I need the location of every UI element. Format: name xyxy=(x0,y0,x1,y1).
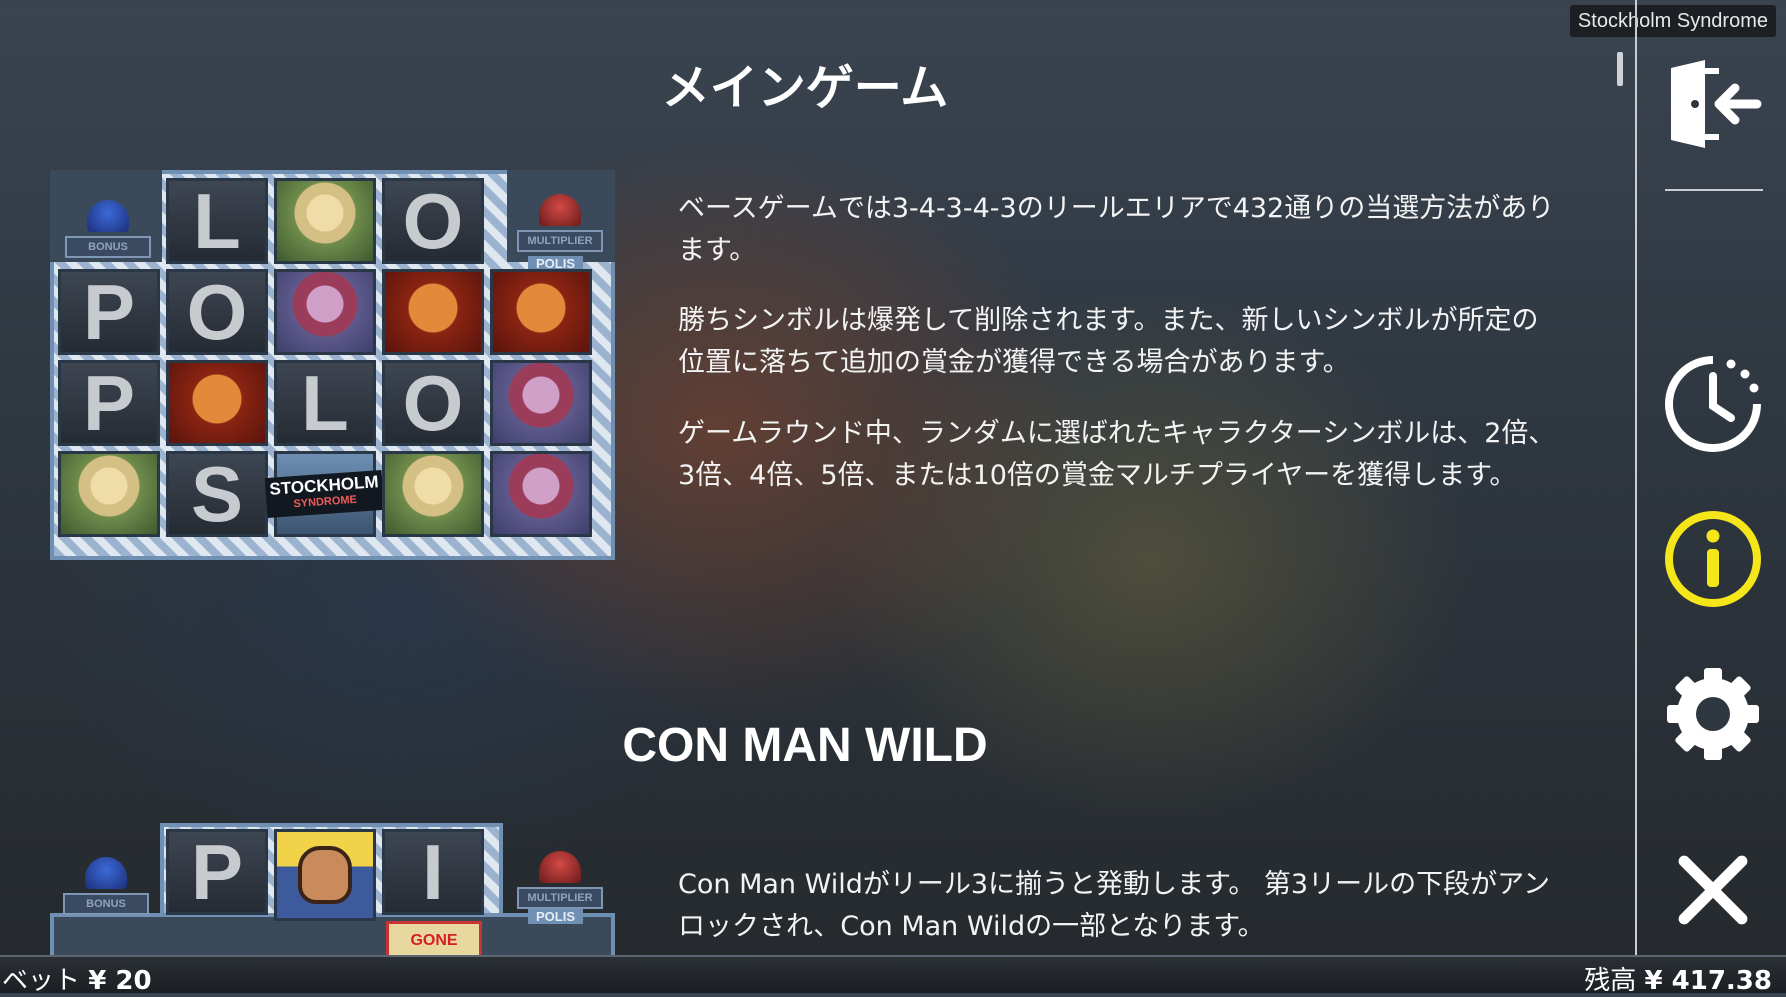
letter-text: P xyxy=(82,358,136,447)
main-game-paragraph: ゲームラウンド中、ランダムに選ばれたキャラクターシンボルは、2倍、3倍、4倍、5… xyxy=(678,418,1556,491)
red-siren-icon xyxy=(539,194,581,226)
polis-label: POLIS xyxy=(528,909,584,924)
letter-text: L xyxy=(193,176,241,265)
con-man-wild-reel-preview: BONUS MULTIPLIER POLIS P I GONE xyxy=(50,823,615,955)
con-man-face xyxy=(298,846,352,904)
bonus-siren: BONUS xyxy=(60,186,156,258)
symbol-letter: P xyxy=(58,358,160,447)
main-game-paragraph: 勝ちシンボルは爆発して削除されます。また、新しいシンボルが所定の位置に落ちて追加… xyxy=(678,305,1539,378)
blue-siren-icon xyxy=(85,857,127,889)
symbol-robber xyxy=(166,360,268,446)
balance-display: 残高 ¥ 417.38 xyxy=(1584,960,1772,997)
symbol-letter: P xyxy=(166,827,268,916)
symbol-hostage-woman xyxy=(490,451,592,537)
history-button[interactable] xyxy=(1661,352,1765,456)
letter-text: O xyxy=(402,176,464,265)
right-sidebar xyxy=(1635,0,1786,955)
multiplier-plate: MULTIPLIER xyxy=(517,887,603,909)
letter-text: I xyxy=(422,827,444,916)
stockholm-logo: STOCKHOLM SYNDROME xyxy=(265,469,385,519)
exit-icon xyxy=(1671,60,1762,148)
main-game-reel-preview: BONUS MULTIPLIER POLIS L O P O P L O S S… xyxy=(50,170,615,560)
symbol-hostage-green xyxy=(58,451,160,537)
bonus-plate: BONUS xyxy=(63,893,149,915)
letter-text: P xyxy=(82,267,136,356)
bonus-siren: BONUS xyxy=(58,843,154,915)
info-icon xyxy=(1665,511,1761,607)
letter-text: O xyxy=(186,267,248,356)
settings-icon xyxy=(1667,668,1759,760)
symbol-hostage-green xyxy=(274,178,376,264)
bet-display: ベット ¥ 20 xyxy=(2,960,152,997)
con-man-wild-paragraph: Con Man Wildがリール3に揃うと発動します。 第3リールの下段がアンロ… xyxy=(678,869,1551,942)
letter-text: O xyxy=(402,358,464,447)
symbol-letter: O xyxy=(166,267,268,356)
multiplier-siren: MULTIPLIER xyxy=(512,180,608,252)
symbol-letter: S xyxy=(166,449,268,538)
symbol-letter: P xyxy=(58,267,160,356)
symbol-logo: STOCKHOLM SYNDROME xyxy=(265,451,385,537)
symbol-con-man-wild xyxy=(274,829,376,921)
symbol-letter: L xyxy=(166,176,268,265)
settings-button[interactable] xyxy=(1661,662,1765,766)
symbol-robber xyxy=(490,269,592,355)
info-button[interactable] xyxy=(1661,507,1765,611)
symbol-letter: O xyxy=(382,358,484,447)
symbol-gone: GONE xyxy=(386,921,482,955)
scrollbar-thumb[interactable] xyxy=(1617,52,1623,86)
letter-text: L xyxy=(301,358,349,447)
main-game-paragraph: ベースゲームでは3-4-3-4-3のリールエリアで432通りの当選方法があります… xyxy=(678,193,1555,266)
bet-label: ベット xyxy=(2,966,81,996)
balance-value: ¥ 417.38 xyxy=(1644,966,1772,996)
exit-button[interactable] xyxy=(1661,52,1765,156)
blue-siren-icon xyxy=(87,200,129,232)
symbol-hostage-woman xyxy=(490,360,592,446)
letter-text: S xyxy=(190,449,244,538)
symbol-hostage-woman xyxy=(274,269,376,355)
bonus-plate: BONUS xyxy=(65,236,151,258)
sidebar-divider xyxy=(1665,189,1763,191)
bet-value: ¥ 20 xyxy=(88,966,152,996)
status-bar: ベット ¥ 20 残高 ¥ 417.38 xyxy=(0,955,1786,996)
letter-text: P xyxy=(190,827,244,916)
main-game-heading: メインゲーム xyxy=(661,60,949,116)
paytable-content[interactable]: メインゲーム BONUS MULTIPLIER POLIS L O P O P … xyxy=(0,0,1633,955)
symbol-letter: I xyxy=(382,827,484,916)
close-icon xyxy=(1678,855,1748,925)
gone-text: GONE xyxy=(410,932,458,949)
symbol-letter: L xyxy=(274,358,376,447)
close-button[interactable] xyxy=(1661,838,1765,942)
symbol-hostage-green xyxy=(382,451,484,537)
balance-label: 残高 xyxy=(1584,966,1637,996)
multiplier-siren: MULTIPLIER xyxy=(512,837,608,909)
symbol-letter: O xyxy=(382,176,484,265)
history-icon xyxy=(1665,356,1761,452)
symbol-robber xyxy=(382,269,484,355)
red-siren-icon xyxy=(539,851,581,883)
con-man-wild-heading: CON MAN WILD xyxy=(622,719,988,772)
multiplier-plate: MULTIPLIER xyxy=(517,230,603,252)
